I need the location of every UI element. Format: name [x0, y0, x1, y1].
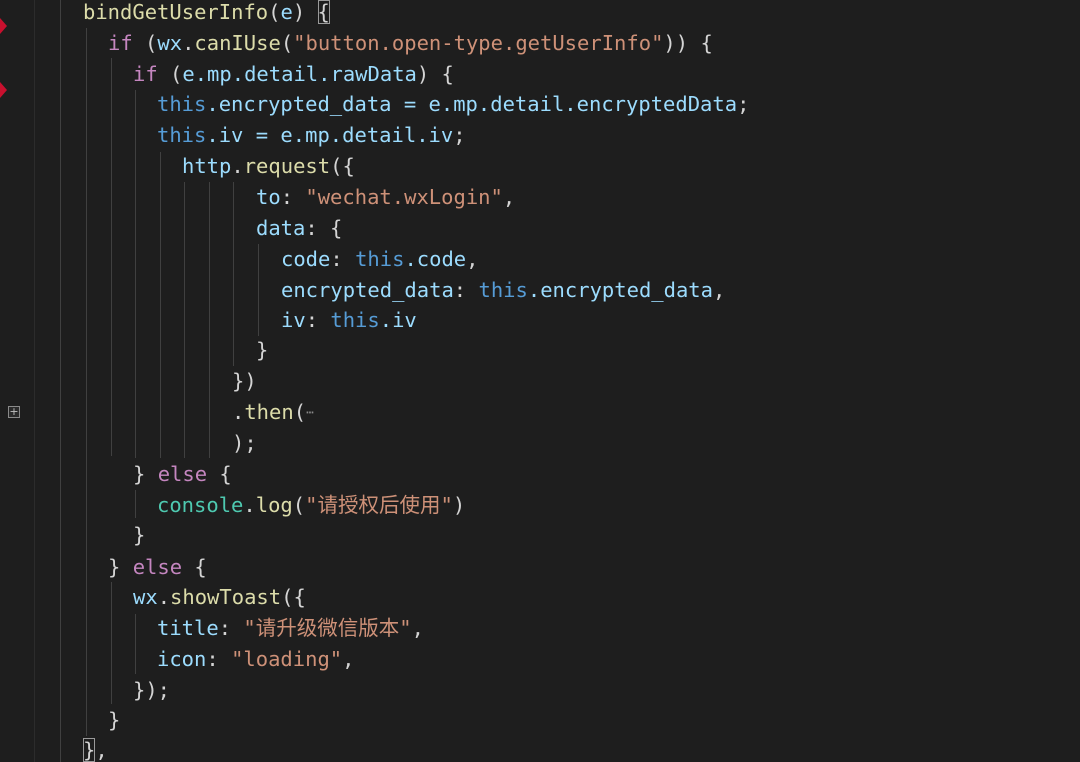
- indent-guide: [86, 28, 87, 736]
- param-name: e: [280, 0, 293, 24]
- code-line: }: [133, 523, 146, 547]
- code-line: http.request({: [182, 154, 355, 178]
- indent-guide: [209, 182, 210, 458]
- matched-brace: }: [83, 738, 96, 762]
- code-line: this.encrypted_data = e.mp.detail.encryp…: [157, 92, 750, 116]
- code-line: }: [256, 338, 269, 362]
- code-line: bindGetUserInfo(e) {: [83, 0, 330, 24]
- code-line: });: [133, 678, 171, 702]
- indent-guide: [111, 582, 112, 704]
- code-line: } else {: [133, 462, 232, 486]
- code-line: if (wx.canIUse("button.open-type.getUser…: [108, 31, 713, 55]
- function-name: bindGetUserInfo: [83, 0, 269, 24]
- code-line: code: this.code,: [281, 247, 479, 271]
- editor-gutter: +: [0, 0, 35, 762]
- code-line: );: [232, 431, 257, 455]
- indent-guide: [135, 90, 136, 458]
- code-line: to: "wechat.wxLogin",: [256, 185, 516, 209]
- matched-brace: {: [317, 0, 330, 24]
- code-line: }): [232, 369, 257, 393]
- code-line: encrypted_data: this.encrypted_data,: [281, 278, 726, 302]
- indent-guide: [135, 614, 136, 674]
- breakpoint-marker-icon[interactable]: [0, 82, 7, 98]
- code-line: iv: this.iv: [281, 308, 417, 332]
- code-line: .then(⋯: [232, 400, 314, 424]
- code-line: } else {: [108, 555, 207, 579]
- code-line: if (e.mp.detail.rawData) {: [133, 62, 454, 86]
- indent-guide: [184, 182, 185, 458]
- indent-guide: [233, 182, 234, 366]
- code-line: console.log("请授权后使用"): [157, 493, 466, 517]
- indent-guide: [160, 152, 161, 458]
- indent-guide: [135, 490, 136, 518]
- code-line: this.iv = e.mp.detail.iv;: [157, 123, 466, 147]
- expand-fold-icon[interactable]: +: [8, 406, 20, 418]
- code-line: title: "请升级微信版本",: [157, 616, 424, 640]
- code-editor[interactable]: + bindGetUserInfo(e) { if (wx.canIUse("b…: [0, 0, 1080, 762]
- code-line: data: {: [256, 216, 343, 240]
- code-line: icon: "loading",: [157, 647, 355, 671]
- folded-code-ellipsis-icon[interactable]: ⋯: [306, 406, 314, 421]
- code-line: }: [108, 708, 121, 732]
- indent-guide: [60, 0, 61, 762]
- code-line: },: [83, 738, 108, 762]
- breakpoint-marker-icon[interactable]: [0, 18, 7, 34]
- indent-guide: [258, 244, 259, 336]
- indent-guide: [111, 58, 112, 456]
- code-line: wx.showToast({: [133, 585, 306, 609]
